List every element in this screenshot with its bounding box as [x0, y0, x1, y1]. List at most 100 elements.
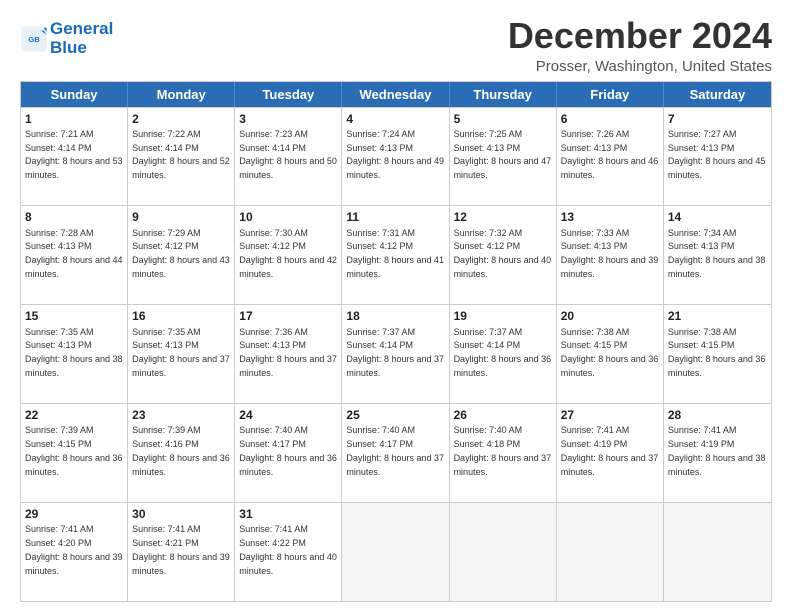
logo-icon: GB	[20, 25, 48, 53]
day-info: Sunrise: 7:37 AMSunset: 4:14 PMDaylight:…	[454, 327, 552, 378]
day-info: Sunrise: 7:33 AMSunset: 4:13 PMDaylight:…	[561, 228, 659, 279]
day-cell-6: 6 Sunrise: 7:26 AMSunset: 4:13 PMDayligh…	[557, 108, 664, 206]
day-number: 16	[132, 308, 230, 324]
day-cell-16: 16 Sunrise: 7:35 AMSunset: 4:13 PMDaylig…	[128, 305, 235, 403]
day-number: 25	[346, 407, 444, 423]
page: GB General Blue December 2024 Prosser, W…	[0, 0, 792, 612]
day-info: Sunrise: 7:32 AMSunset: 4:12 PMDaylight:…	[454, 228, 552, 279]
day-cell-15: 15 Sunrise: 7:35 AMSunset: 4:13 PMDaylig…	[21, 305, 128, 403]
day-cell-18: 18 Sunrise: 7:37 AMSunset: 4:14 PMDaylig…	[342, 305, 449, 403]
day-info: Sunrise: 7:30 AMSunset: 4:12 PMDaylight:…	[239, 228, 337, 279]
day-cell-4: 4 Sunrise: 7:24 AMSunset: 4:13 PMDayligh…	[342, 108, 449, 206]
day-info: Sunrise: 7:29 AMSunset: 4:12 PMDaylight:…	[132, 228, 230, 279]
svg-text:GB: GB	[28, 34, 40, 43]
day-number: 30	[132, 506, 230, 522]
day-info: Sunrise: 7:35 AMSunset: 4:13 PMDaylight:…	[25, 327, 123, 378]
day-number: 27	[561, 407, 659, 423]
day-cell-20: 20 Sunrise: 7:38 AMSunset: 4:15 PMDaylig…	[557, 305, 664, 403]
week-row-1: 1 Sunrise: 7:21 AMSunset: 4:14 PMDayligh…	[21, 107, 771, 206]
day-number: 2	[132, 111, 230, 127]
day-cell-22: 22 Sunrise: 7:39 AMSunset: 4:15 PMDaylig…	[21, 404, 128, 502]
day-info: Sunrise: 7:25 AMSunset: 4:13 PMDaylight:…	[454, 129, 552, 180]
day-number: 31	[239, 506, 337, 522]
week-row-4: 22 Sunrise: 7:39 AMSunset: 4:15 PMDaylig…	[21, 403, 771, 502]
day-cell-7: 7 Sunrise: 7:27 AMSunset: 4:13 PMDayligh…	[664, 108, 771, 206]
day-info: Sunrise: 7:41 AMSunset: 4:19 PMDaylight:…	[668, 425, 766, 476]
day-number: 4	[346, 111, 444, 127]
day-number: 9	[132, 209, 230, 225]
day-number: 22	[25, 407, 123, 423]
day-info: Sunrise: 7:41 AMSunset: 4:19 PMDaylight:…	[561, 425, 659, 476]
day-header-friday: Friday	[557, 82, 664, 107]
day-info: Sunrise: 7:41 AMSunset: 4:21 PMDaylight:…	[132, 524, 230, 575]
day-number: 11	[346, 209, 444, 225]
day-number: 19	[454, 308, 552, 324]
day-number: 5	[454, 111, 552, 127]
day-number: 15	[25, 308, 123, 324]
day-info: Sunrise: 7:21 AMSunset: 4:14 PMDaylight:…	[25, 129, 123, 180]
day-info: Sunrise: 7:34 AMSunset: 4:13 PMDaylight:…	[668, 228, 766, 279]
day-cell-14: 14 Sunrise: 7:34 AMSunset: 4:13 PMDaylig…	[664, 206, 771, 304]
day-cell-3: 3 Sunrise: 7:23 AMSunset: 4:14 PMDayligh…	[235, 108, 342, 206]
calendar-header: SundayMondayTuesdayWednesdayThursdayFrid…	[21, 82, 771, 107]
week-row-2: 8 Sunrise: 7:28 AMSunset: 4:13 PMDayligh…	[21, 205, 771, 304]
day-info: Sunrise: 7:28 AMSunset: 4:13 PMDaylight:…	[25, 228, 123, 279]
day-info: Sunrise: 7:27 AMSunset: 4:13 PMDaylight:…	[668, 129, 766, 180]
day-cell-23: 23 Sunrise: 7:39 AMSunset: 4:16 PMDaylig…	[128, 404, 235, 502]
calendar-body: 1 Sunrise: 7:21 AMSunset: 4:14 PMDayligh…	[21, 107, 771, 601]
day-info: Sunrise: 7:23 AMSunset: 4:14 PMDaylight:…	[239, 129, 337, 180]
day-number: 18	[346, 308, 444, 324]
day-cell-2: 2 Sunrise: 7:22 AMSunset: 4:14 PMDayligh…	[128, 108, 235, 206]
day-info: Sunrise: 7:35 AMSunset: 4:13 PMDaylight:…	[132, 327, 230, 378]
empty-cell	[450, 503, 557, 601]
day-info: Sunrise: 7:40 AMSunset: 4:17 PMDaylight:…	[346, 425, 444, 476]
day-number: 17	[239, 308, 337, 324]
day-info: Sunrise: 7:39 AMSunset: 4:16 PMDaylight:…	[132, 425, 230, 476]
day-number: 21	[668, 308, 767, 324]
day-cell-26: 26 Sunrise: 7:40 AMSunset: 4:18 PMDaylig…	[450, 404, 557, 502]
day-cell-24: 24 Sunrise: 7:40 AMSunset: 4:17 PMDaylig…	[235, 404, 342, 502]
day-header-wednesday: Wednesday	[342, 82, 449, 107]
day-cell-30: 30 Sunrise: 7:41 AMSunset: 4:21 PMDaylig…	[128, 503, 235, 601]
day-cell-1: 1 Sunrise: 7:21 AMSunset: 4:14 PMDayligh…	[21, 108, 128, 206]
day-info: Sunrise: 7:40 AMSunset: 4:17 PMDaylight:…	[239, 425, 337, 476]
empty-cell	[557, 503, 664, 601]
day-number: 26	[454, 407, 552, 423]
day-info: Sunrise: 7:24 AMSunset: 4:13 PMDaylight:…	[346, 129, 444, 180]
week-row-5: 29 Sunrise: 7:41 AMSunset: 4:20 PMDaylig…	[21, 502, 771, 601]
day-header-saturday: Saturday	[664, 82, 771, 107]
day-number: 14	[668, 209, 767, 225]
week-row-3: 15 Sunrise: 7:35 AMSunset: 4:13 PMDaylig…	[21, 304, 771, 403]
day-header-sunday: Sunday	[21, 82, 128, 107]
logo: GB General Blue	[20, 20, 113, 57]
title-block: December 2024 Prosser, Washington, Unite…	[508, 16, 772, 75]
day-number: 6	[561, 111, 659, 127]
day-cell-12: 12 Sunrise: 7:32 AMSunset: 4:12 PMDaylig…	[450, 206, 557, 304]
day-info: Sunrise: 7:40 AMSunset: 4:18 PMDaylight:…	[454, 425, 552, 476]
header: GB General Blue December 2024 Prosser, W…	[20, 16, 772, 75]
day-header-tuesday: Tuesday	[235, 82, 342, 107]
day-number: 29	[25, 506, 123, 522]
day-number: 23	[132, 407, 230, 423]
day-header-monday: Monday	[128, 82, 235, 107]
day-number: 24	[239, 407, 337, 423]
day-cell-28: 28 Sunrise: 7:41 AMSunset: 4:19 PMDaylig…	[664, 404, 771, 502]
day-cell-13: 13 Sunrise: 7:33 AMSunset: 4:13 PMDaylig…	[557, 206, 664, 304]
day-cell-9: 9 Sunrise: 7:29 AMSunset: 4:12 PMDayligh…	[128, 206, 235, 304]
day-number: 28	[668, 407, 767, 423]
day-info: Sunrise: 7:41 AMSunset: 4:20 PMDaylight:…	[25, 524, 123, 575]
subtitle: Prosser, Washington, United States	[508, 58, 772, 75]
day-number: 10	[239, 209, 337, 225]
day-info: Sunrise: 7:31 AMSunset: 4:12 PMDaylight:…	[346, 228, 444, 279]
day-cell-5: 5 Sunrise: 7:25 AMSunset: 4:13 PMDayligh…	[450, 108, 557, 206]
day-info: Sunrise: 7:26 AMSunset: 4:13 PMDaylight:…	[561, 129, 659, 180]
day-cell-17: 17 Sunrise: 7:36 AMSunset: 4:13 PMDaylig…	[235, 305, 342, 403]
day-number: 13	[561, 209, 659, 225]
day-info: Sunrise: 7:37 AMSunset: 4:14 PMDaylight:…	[346, 327, 444, 378]
day-cell-31: 31 Sunrise: 7:41 AMSunset: 4:22 PMDaylig…	[235, 503, 342, 601]
day-cell-10: 10 Sunrise: 7:30 AMSunset: 4:12 PMDaylig…	[235, 206, 342, 304]
logo-text: General Blue	[50, 20, 113, 57]
day-info: Sunrise: 7:38 AMSunset: 4:15 PMDaylight:…	[561, 327, 659, 378]
day-number: 1	[25, 111, 123, 127]
day-number: 8	[25, 209, 123, 225]
